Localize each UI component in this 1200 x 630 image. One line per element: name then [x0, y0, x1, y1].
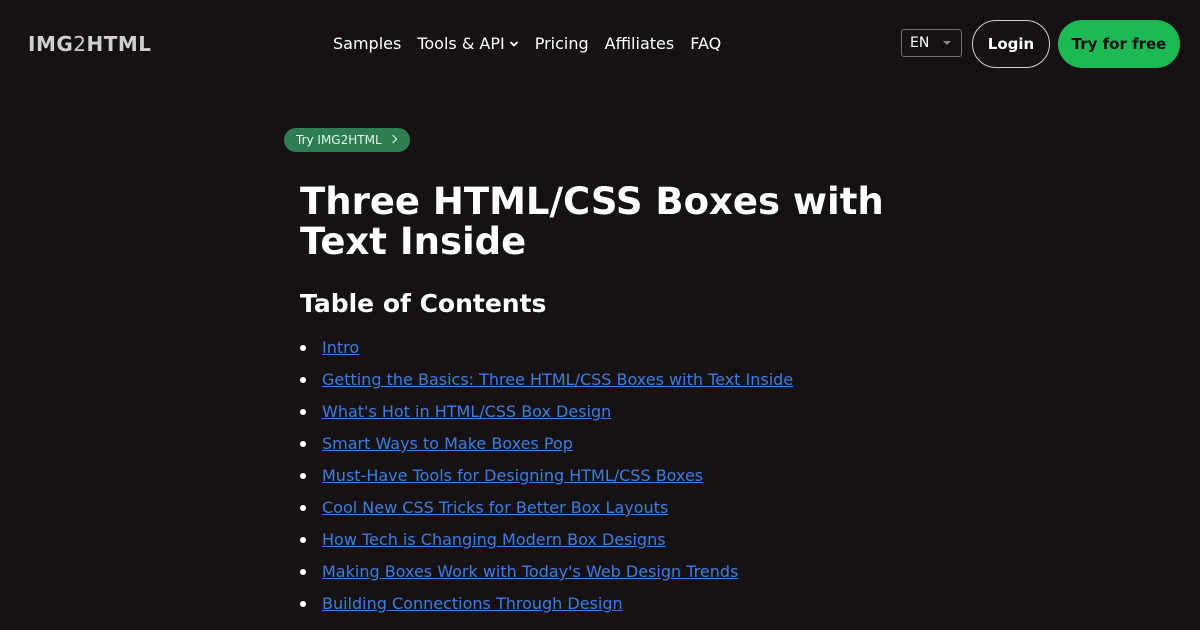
toc-item: Must-Have Tools for Designing HTML/CSS B…	[300, 464, 793, 496]
table-of-contents: Intro Getting the Basics: Three HTML/CSS…	[300, 336, 793, 624]
login-button[interactable]: Login	[972, 20, 1050, 68]
top-navigation-bar: IMG2HTML Samples Tools & API Pricing Aff…	[0, 0, 1200, 88]
language-select-value: EN	[910, 35, 930, 51]
toc-link-tools[interactable]: Must-Have Tools for Designing HTML/CSS B…	[322, 466, 703, 485]
nav-tools-api-label: Tools & API	[417, 34, 505, 53]
toc-heading: Table of Contents	[300, 289, 547, 318]
toc-item: How Tech is Changing Modern Box Designs	[300, 528, 793, 560]
toc-link-basics[interactable]: Getting the Basics: Three HTML/CSS Boxes…	[322, 370, 793, 389]
toc-item: Intro	[300, 336, 793, 368]
nav-affiliates[interactable]: Affiliates	[605, 32, 675, 56]
toc-item: What's Hot in HTML/CSS Box Design	[300, 400, 793, 432]
toc-link-smart-ways[interactable]: Smart Ways to Make Boxes Pop	[322, 434, 573, 453]
toc-item: Getting the Basics: Three HTML/CSS Boxes…	[300, 368, 793, 400]
toc-link-intro[interactable]: Intro	[322, 338, 359, 357]
nav-pricing[interactable]: Pricing	[535, 32, 589, 56]
chevron-down-icon	[509, 41, 518, 47]
main-nav: Samples Tools & API Pricing Affiliates F…	[333, 32, 721, 56]
toc-link-css-tricks[interactable]: Cool New CSS Tricks for Better Box Layou…	[322, 498, 668, 517]
toc-item: Making Boxes Work with Today's Web Desig…	[300, 560, 793, 592]
logo-text-2: 2	[73, 32, 87, 56]
chevron-right-icon	[388, 134, 398, 144]
try-for-free-button[interactable]: Try for free	[1058, 20, 1180, 68]
site-logo[interactable]: IMG2HTML	[28, 31, 152, 57]
toc-link-tech-changing[interactable]: How Tech is Changing Modern Box Designs	[322, 530, 666, 549]
toc-item: Cool New CSS Tricks for Better Box Layou…	[300, 496, 793, 528]
language-select[interactable]: EN	[901, 29, 962, 57]
nav-faq[interactable]: FAQ	[690, 32, 721, 56]
nav-tools-api[interactable]: Tools & API	[417, 32, 518, 56]
logo-text-img: IMG	[28, 32, 74, 56]
caret-down-icon	[943, 41, 951, 45]
logo-text-html: HTML	[86, 32, 152, 56]
page-title: Three HTML/CSS Boxes with Text Inside	[300, 180, 884, 263]
toc-link-trends[interactable]: Making Boxes Work with Today's Web Desig…	[322, 562, 738, 581]
toc-item: Smart Ways to Make Boxes Pop	[300, 432, 793, 464]
nav-samples[interactable]: Samples	[333, 32, 401, 56]
toc-link-connections[interactable]: Building Connections Through Design	[322, 594, 623, 613]
badge-label: Try IMG2HTML	[296, 133, 382, 147]
try-img2html-badge[interactable]: Try IMG2HTML	[284, 128, 410, 152]
toc-link-whats-hot[interactable]: What's Hot in HTML/CSS Box Design	[322, 402, 611, 421]
toc-item: Building Connections Through Design	[300, 592, 793, 624]
